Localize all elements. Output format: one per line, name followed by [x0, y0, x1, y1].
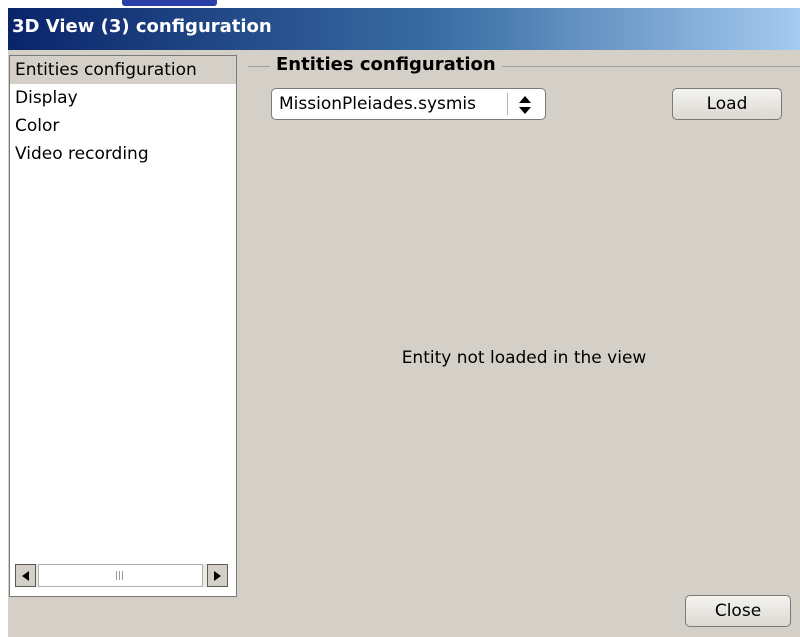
- background-window-title-fragment: [122, 0, 217, 6]
- combo-separator: [507, 93, 508, 115]
- sidebar-item-entities-configuration[interactable]: Entities configuration: [10, 56, 236, 84]
- category-list: Entities configuration Display Color Vid…: [10, 56, 236, 556]
- sidebar-item-display[interactable]: Display: [10, 84, 236, 112]
- horizontal-scrollbar[interactable]: [15, 564, 228, 587]
- entity-status-message: Entity not loaded in the view: [401, 348, 647, 368]
- scroll-left-button[interactable]: [15, 564, 36, 587]
- title-bar[interactable]: 3D View (3) configuration: [8, 8, 800, 50]
- window-title: 3D View (3) configuration: [12, 16, 272, 37]
- entity-select-value: MissionPleiades.sysmis: [279, 94, 477, 114]
- sidebar-item-color[interactable]: Color: [10, 112, 236, 140]
- sidebar-item-video-recording[interactable]: Video recording: [10, 140, 236, 168]
- group-title: Entities configuration: [270, 54, 502, 75]
- load-button[interactable]: Load: [672, 88, 782, 120]
- category-list-panel: Entities configuration Display Color Vid…: [9, 55, 237, 597]
- triangle-right-icon: [213, 570, 221, 581]
- configuration-dialog: 3D View (3) configuration Entities confi…: [8, 8, 800, 637]
- up-down-arrows-icon: [519, 96, 531, 114]
- triangle-left-icon: [21, 570, 29, 581]
- scroll-thumb[interactable]: [38, 564, 203, 587]
- entity-select[interactable]: MissionPleiades.sysmis: [271, 88, 546, 120]
- scroll-right-button[interactable]: [207, 564, 228, 587]
- close-button[interactable]: Close: [685, 595, 791, 627]
- grip-icon: [116, 571, 125, 580]
